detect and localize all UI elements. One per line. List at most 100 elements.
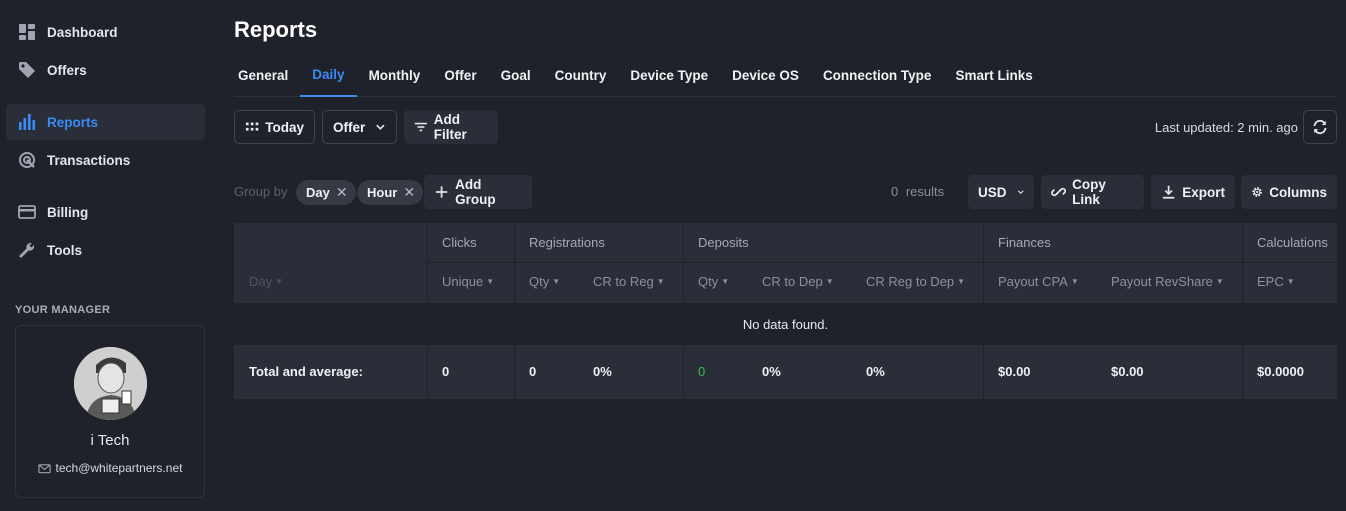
sidebar-item-tools[interactable]: Tools <box>6 232 205 268</box>
empty-message: No data found. <box>742 316 829 332</box>
wrench-icon <box>17 240 37 260</box>
total-cr-to-dep: 0% <box>762 364 781 379</box>
transactions-icon <box>17 150 37 170</box>
link-icon <box>1051 187 1067 197</box>
add-group-button[interactable]: Add Group <box>424 175 532 209</box>
remove-chip-icon[interactable]: ✕ <box>336 184 348 201</box>
date-range-button[interactable]: Today <box>234 110 315 144</box>
sidebar-item-reports[interactable]: Reports <box>6 104 205 140</box>
tab-connection-type[interactable]: Connection Type <box>811 54 944 96</box>
column-header-epc[interactable]: EPC ▼ <box>1257 274 1295 289</box>
currency-select[interactable]: USD <box>968 175 1034 209</box>
tab-smart-links[interactable]: Smart Links <box>943 54 1044 96</box>
page-title: Reports <box>234 17 318 42</box>
total-cr-reg-to-dep: 0% <box>866 364 885 379</box>
chevron-down-icon <box>1017 190 1024 195</box>
currency-label: USD <box>978 184 1007 200</box>
manager-card: i Tech tech@whitepartners.net <box>15 325 205 498</box>
table-header: Clicks Registrations Deposits Finances C… <box>234 223 1337 303</box>
group-chip-label: Day <box>306 185 330 200</box>
column-header-dep-qty[interactable]: Qty ▼ <box>698 274 729 289</box>
group-chip-label: Hour <box>367 185 398 200</box>
offer-select-label: Offer <box>333 119 366 135</box>
tab-device-os[interactable]: Device OS <box>720 54 811 96</box>
copy-link-button[interactable]: Copy Link <box>1041 175 1144 209</box>
group-header-registrations: Registrations <box>529 235 605 250</box>
refresh-button[interactable] <box>1303 110 1337 144</box>
group-chip-day: Day ✕ <box>296 180 356 205</box>
offer-select[interactable]: Offer <box>322 110 397 144</box>
tab-daily[interactable]: Daily <box>300 54 357 97</box>
column-header-cr-reg-to-dep[interactable]: CR Reg to Dep ▼ <box>866 274 965 289</box>
your-manager-label: YOUR MANAGER <box>15 304 111 316</box>
column-header-payout-revshare[interactable]: Payout RevShare ▼ <box>1111 274 1224 289</box>
sidebar-item-label: Billing <box>47 204 89 220</box>
group-chip-hour: Hour ✕ <box>357 180 424 205</box>
columns-button[interactable]: Columns <box>1241 175 1337 209</box>
sidebar-item-label: Tools <box>47 242 82 258</box>
tab-goal[interactable]: Goal <box>489 54 543 96</box>
filter-icon <box>414 122 427 132</box>
total-cr-to-reg: 0% <box>593 364 612 379</box>
results-count: 0 results <box>891 184 945 199</box>
remove-chip-icon[interactable]: ✕ <box>403 184 415 201</box>
mail-icon <box>37 463 51 473</box>
group-header-finances: Finances <box>998 235 1051 250</box>
tab-country[interactable]: Country <box>543 54 619 96</box>
download-icon <box>1162 185 1175 199</box>
total-payout-revshare: $0.00 <box>1111 364 1144 379</box>
export-label: Export <box>1182 184 1225 200</box>
plus-icon <box>435 186 448 198</box>
tag-icon <box>17 60 37 80</box>
sidebar-item-label: Dashboard <box>47 24 118 40</box>
report-tabs: General Daily Monthly Offer Goal Country… <box>234 54 1337 97</box>
column-header-reg-qty[interactable]: Qty ▼ <box>529 274 560 289</box>
add-group-label: Add Group <box>455 177 496 207</box>
columns-label: Columns <box>1269 184 1327 200</box>
chevron-down-icon <box>376 124 385 130</box>
sidebar: Dashboard Offers Reports Transactions Bi… <box>0 0 215 511</box>
manager-name: i Tech <box>90 432 130 449</box>
totals-label: Total and average: <box>249 364 363 379</box>
column-header-unique[interactable]: Unique ▼ <box>442 274 494 289</box>
tab-monthly[interactable]: Monthly <box>357 54 433 96</box>
add-filter-button[interactable]: Add Filter <box>404 110 498 144</box>
tab-general[interactable]: General <box>234 54 300 96</box>
sidebar-item-label: Reports <box>47 114 99 130</box>
column-header-payout-cpa[interactable]: Payout CPA ▼ <box>998 274 1079 289</box>
tab-offer[interactable]: Offer <box>432 54 488 96</box>
date-range-label: Today <box>265 119 304 135</box>
sidebar-item-transactions[interactable]: Transactions <box>6 142 205 178</box>
export-button[interactable]: Export <box>1151 175 1235 209</box>
credit-card-icon <box>17 202 37 222</box>
total-reg-qty: 0 <box>529 364 537 379</box>
totals-row: Total and average: 0 0 0% 0 0% 0% $0.00 … <box>234 345 1337 399</box>
manager-email[interactable]: tech@whitepartners.net <box>16 461 204 475</box>
last-updated-text: Last updated: 2 min. ago <box>1154 120 1298 135</box>
group-header-deposits: Deposits <box>698 235 749 250</box>
add-filter-label: Add Filter <box>433 112 467 142</box>
sidebar-item-label: Offers <box>47 62 87 78</box>
group-header-calculations: Calculations <box>1257 235 1328 250</box>
calendar-grid-icon <box>245 122 259 131</box>
sidebar-item-dashboard[interactable]: Dashboard <box>6 14 205 50</box>
main-content: Reports General Daily Monthly Offer Goal… <box>234 0 1337 511</box>
total-unique: 0 <box>442 364 450 379</box>
copy-link-label: Copy Link <box>1072 177 1106 207</box>
tab-device-type[interactable]: Device Type <box>618 54 720 96</box>
bar-chart-icon <box>17 112 37 132</box>
column-header-cr-to-reg[interactable]: CR to Reg ▼ <box>593 274 665 289</box>
total-payout-cpa: $0.00 <box>998 364 1031 379</box>
refresh-icon <box>1313 119 1327 135</box>
column-header-day[interactable]: Day ▼ <box>249 274 283 289</box>
sidebar-item-label: Transactions <box>47 152 131 168</box>
total-epc: $0.0000 <box>1257 364 1304 379</box>
total-dep-qty: 0 <box>698 364 706 379</box>
sidebar-item-billing[interactable]: Billing <box>6 194 205 230</box>
sidebar-item-offers[interactable]: Offers <box>6 52 205 88</box>
avatar <box>74 347 147 420</box>
report-table: Clicks Registrations Deposits Finances C… <box>234 223 1337 399</box>
manager-email-text: tech@whitepartners.net <box>55 461 183 475</box>
group-header-clicks: Clicks <box>442 235 477 250</box>
column-header-cr-to-dep[interactable]: CR to Dep ▼ <box>762 274 834 289</box>
